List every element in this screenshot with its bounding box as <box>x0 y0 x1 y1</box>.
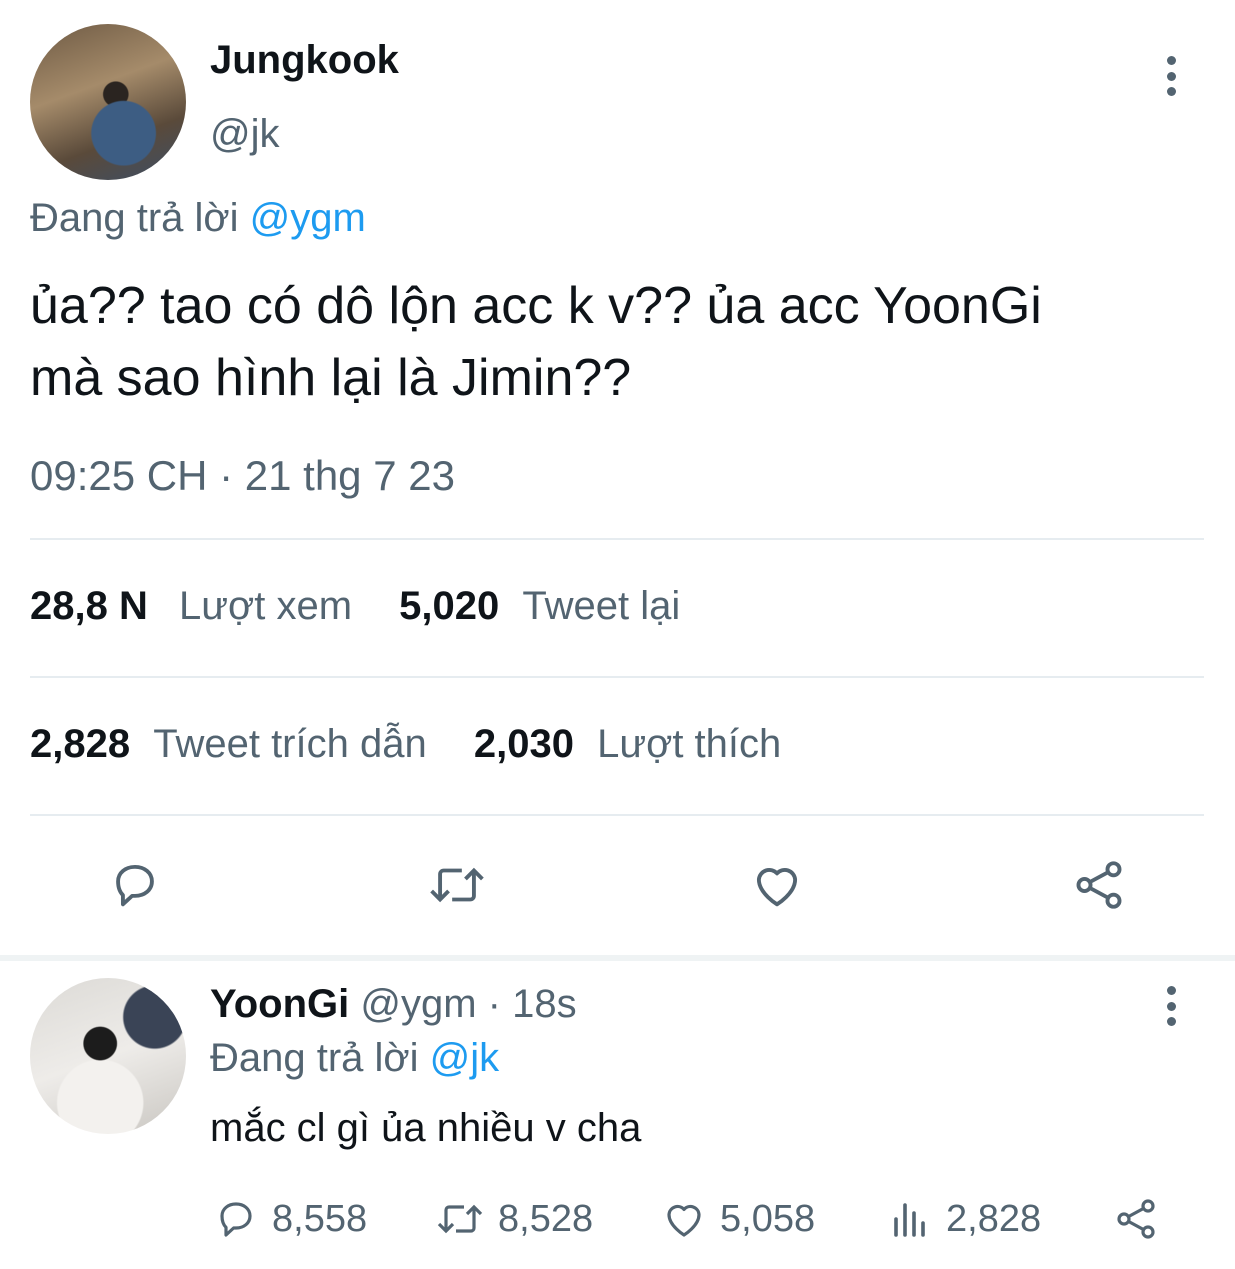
reply-text: mắc cl gì ủa nhiều v cha <box>210 1106 642 1150</box>
likes-label[interactable]: Lượt thích <box>597 722 781 766</box>
retweets-count[interactable]: 5,020 <box>399 584 499 628</box>
replying-to: Đang trả lời @jk <box>210 1036 499 1081</box>
divider <box>30 676 1204 678</box>
reply-icon <box>220 1202 252 1237</box>
share-icon <box>1117 1199 1155 1239</box>
divider <box>30 538 1204 540</box>
time-ago[interactable]: 18s <box>512 982 577 1026</box>
replying-prefix: Đang trả lời <box>210 1036 419 1080</box>
more-vertical-icon[interactable] <box>1163 986 1179 1026</box>
tweet-text: ủa?? tao có dô lộn acc k v?? ủa acc Yoon… <box>30 270 1210 414</box>
views-action[interactable]: 2,828 <box>886 1195 1041 1243</box>
more-vertical-icon[interactable] <box>1163 56 1179 96</box>
replying-prefix: Đang trả lời <box>30 196 239 240</box>
avatar-yoongi[interactable] <box>30 978 186 1134</box>
separator-dot: · <box>487 982 501 1026</box>
author-name[interactable]: YoonGi <box>210 982 349 1026</box>
section-separator <box>0 955 1235 961</box>
tweet-text-line: ủa?? tao có dô lộn acc k v?? ủa acc Yoon… <box>30 277 1042 335</box>
reply-action[interactable]: 8,558 <box>212 1195 367 1243</box>
mention-link[interactable]: @ygm <box>250 196 366 240</box>
quotes-label[interactable]: Tweet trích dẫn <box>153 722 426 766</box>
mention-link[interactable]: @jk <box>430 1036 500 1080</box>
author-handle[interactable]: @ygm <box>360 982 476 1026</box>
heart-icon[interactable] <box>748 856 806 914</box>
stats-row: 2,828 Tweet trích dẫn 2,030 Lượt thích <box>30 722 781 767</box>
views-label: Lượt xem <box>178 584 353 628</box>
stats-row: 28,8 N Lượt xem 5,020 Tweet lại <box>30 584 680 629</box>
replying-to: Đang trả lời @ygm <box>30 196 366 241</box>
views-count: 28,8 N <box>30 584 148 628</box>
timestamp[interactable]: 09:25 CH · 21 thg 7 23 <box>30 452 455 500</box>
like-count: 5,058 <box>720 1197 816 1240</box>
likes-count[interactable]: 2,030 <box>474 722 574 766</box>
quotes-count[interactable]: 2,828 <box>30 722 130 766</box>
share-action[interactable] <box>1112 1195 1172 1243</box>
views-icon <box>894 1203 925 1237</box>
author-handle[interactable]: @jk <box>210 112 280 157</box>
reply-icon[interactable] <box>106 856 164 914</box>
retweet-icon <box>437 1204 483 1234</box>
tweet-text-line: mà sao hình lại là Jimin?? <box>30 349 632 407</box>
avatar-jungkook[interactable] <box>30 24 186 180</box>
retweets-label[interactable]: Tweet lại <box>522 584 680 628</box>
like-action[interactable]: 5,058 <box>660 1195 815 1243</box>
reply-count: 8,558 <box>272 1197 368 1240</box>
reply-author-line: YoonGi @ygm · 18s <box>210 982 577 1027</box>
share-icon[interactable] <box>1070 856 1128 914</box>
views-count: 2,828 <box>946 1197 1042 1240</box>
retweet-action[interactable]: 8,528 <box>434 1195 593 1243</box>
heart-icon <box>667 1204 701 1237</box>
retweet-icon[interactable] <box>425 856 489 914</box>
retweet-count: 8,528 <box>498 1197 594 1240</box>
author-name[interactable]: Jungkook <box>210 38 399 83</box>
divider <box>30 814 1204 816</box>
